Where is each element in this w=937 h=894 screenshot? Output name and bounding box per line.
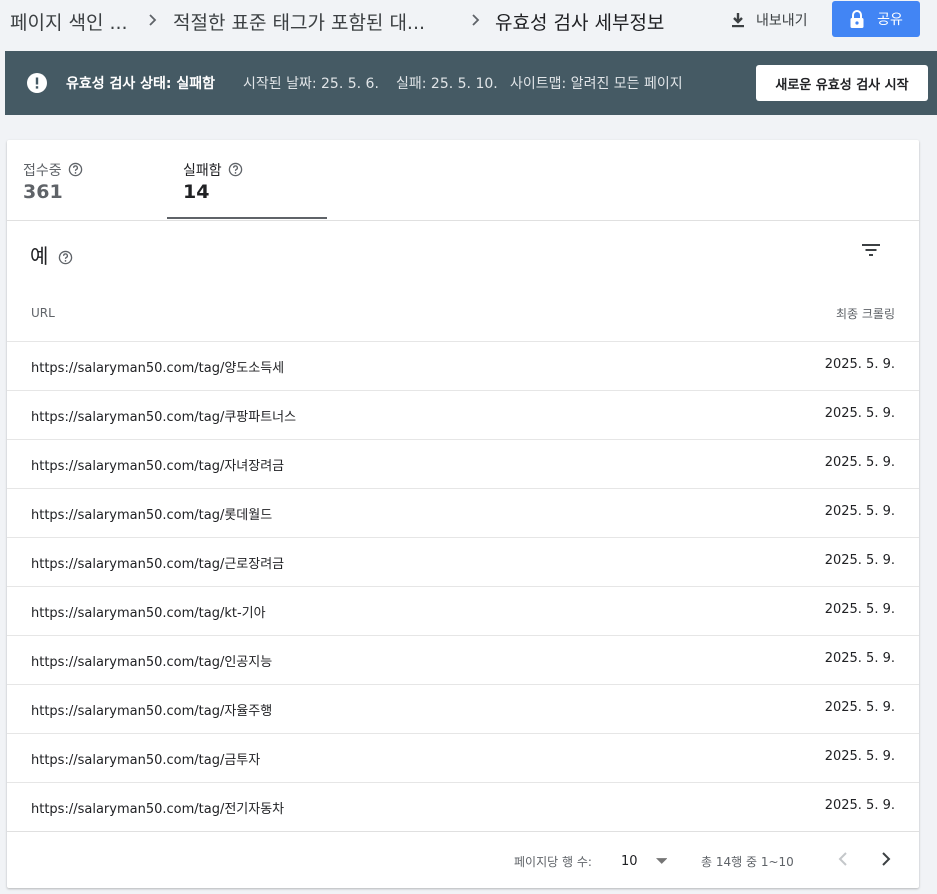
chevron-right-icon [472, 14, 480, 26]
rows-per-page-label: 페이지당 행 수: [514, 855, 592, 869]
validation-started-date: 시작된 날짜: 25. 5. 6. [243, 76, 379, 92]
share-button[interactable]: 공유 [832, 1, 920, 37]
tab-pending-label: 접수중 [23, 160, 83, 180]
help-icon[interactable] [228, 162, 243, 177]
breadcrumb-item-validation-details: 유효성 검사 세부정보 [495, 12, 665, 34]
row-url: https://salaryman50.com/tag/kt-기아 [31, 606, 266, 621]
row-last-crawled: 2025. 5. 9. [824, 700, 895, 715]
row-url: https://salaryman50.com/tag/양도소득세 [31, 361, 285, 376]
validation-failed-date: 실패: 25. 5. 10. [396, 76, 498, 92]
next-page-icon[interactable] [875, 848, 897, 870]
tab-failed-count: 14 [183, 181, 210, 203]
row-url: https://salaryman50.com/tag/전기자동차 [31, 802, 285, 817]
row-url: https://salaryman50.com/tag/금투자 [31, 753, 261, 768]
row-last-crawled: 2025. 5. 9. [824, 798, 895, 813]
row-last-crawled: 2025. 5. 9. [824, 406, 895, 421]
top-bar: 페이지 색인 ... 적절한 표준 태그가 포함된 대... 유효성 검사 세부… [0, 0, 937, 42]
row-last-crawled: 2025. 5. 9. [824, 602, 895, 617]
breadcrumb-item-page-indexing[interactable]: 페이지 색인 ... [10, 8, 128, 35]
validation-sitemap: 사이트맵: 알려진 모든 페이지 [510, 76, 683, 92]
share-label: 공유 [877, 12, 903, 28]
validation-status-bar: 유효성 검사 상태: 실패함 시작된 날짜: 25. 5. 6. 실패: 25.… [5, 51, 937, 115]
row-url: https://salaryman50.com/tag/인공지능 [31, 655, 273, 670]
column-header-last-crawled[interactable]: 최종 크롤링 [836, 305, 895, 322]
examples-title: 예 [30, 240, 73, 269]
download-icon [732, 13, 744, 28]
table-row[interactable]: https://salaryman50.com/tag/쿠팡파트너스 2025. … [7, 390, 919, 439]
rows-per-page-select[interactable]: 10 [621, 850, 667, 872]
active-tab-indicator [167, 217, 327, 219]
tab-failed[interactable]: 실패함 14 [167, 140, 327, 220]
tab-pending-count: 361 [23, 181, 63, 203]
table-row[interactable]: https://salaryman50.com/tag/kt-기아 2025. 5… [7, 586, 919, 635]
row-url: https://salaryman50.com/tag/자녀장려금 [31, 459, 285, 474]
row-last-crawled: 2025. 5. 9. [824, 553, 895, 568]
tab-failed-label: 실패함 [183, 160, 243, 180]
table-row[interactable]: https://salaryman50.com/tag/전기자동차 2025. 5… [7, 782, 919, 831]
table-row[interactable]: https://salaryman50.com/tag/인공지능 2025. 5.… [7, 635, 919, 684]
row-last-crawled: 2025. 5. 9. [824, 651, 895, 666]
dropdown-arrow-icon [655, 858, 667, 864]
alert-icon [27, 73, 47, 93]
column-header-url[interactable]: URL [31, 306, 55, 320]
row-url: https://salaryman50.com/tag/쿠팡파트너스 [31, 410, 297, 425]
pagination-range: 총 14행 중 1~10 [701, 855, 794, 869]
export-label: 내보내기 [756, 13, 808, 29]
previous-page-icon[interactable] [832, 848, 854, 870]
table-row[interactable]: https://salaryman50.com/tag/양도소득세 2025. 5… [7, 341, 919, 390]
lock-icon [850, 10, 864, 28]
validation-status-title: 유효성 검사 상태: 실패함 [66, 76, 216, 92]
table-row[interactable]: https://salaryman50.com/tag/근로장려금 2025. 5… [7, 537, 919, 586]
export-button[interactable]: 내보내기 [728, 6, 808, 34]
rows-per-page-value: 10 [621, 853, 638, 869]
table-row[interactable]: https://salaryman50.com/tag/자율주행 2025. 5.… [7, 684, 919, 733]
row-url: https://salaryman50.com/tag/롯데월드 [31, 508, 273, 523]
table-row[interactable]: https://salaryman50.com/tag/롯데월드 2025. 5.… [7, 488, 919, 537]
table-row[interactable]: https://salaryman50.com/tag/자녀장려금 2025. 5… [7, 439, 919, 488]
row-last-crawled: 2025. 5. 9. [824, 455, 895, 470]
pagination-bar: 페이지당 행 수: 10 총 14행 중 1~10 [7, 831, 919, 888]
row-last-crawled: 2025. 5. 9. [824, 749, 895, 764]
help-icon[interactable] [58, 250, 73, 265]
start-new-validation-button[interactable]: 새로운 유효성 검사 시작 [756, 65, 928, 101]
tab-pending[interactable]: 접수중 361 [7, 140, 167, 220]
filter-icon[interactable] [861, 242, 881, 258]
row-last-crawled: 2025. 5. 9. [824, 357, 895, 372]
validation-details-card: 접수중 361 실패함 14 예 URL 최종 크롤링 https://sala… [7, 140, 919, 888]
row-url: https://salaryman50.com/tag/근로장려금 [31, 557, 285, 572]
row-last-crawled: 2025. 5. 9. [824, 504, 895, 519]
chevron-right-icon [149, 14, 157, 26]
table-row[interactable]: https://salaryman50.com/tag/금투자 2025. 5. … [7, 733, 919, 782]
breadcrumb-item-canonical[interactable]: 적절한 표준 태그가 포함된 대... [173, 8, 425, 35]
help-icon[interactable] [68, 162, 83, 177]
divider [7, 220, 919, 221]
row-url: https://salaryman50.com/tag/자율주행 [31, 704, 273, 719]
